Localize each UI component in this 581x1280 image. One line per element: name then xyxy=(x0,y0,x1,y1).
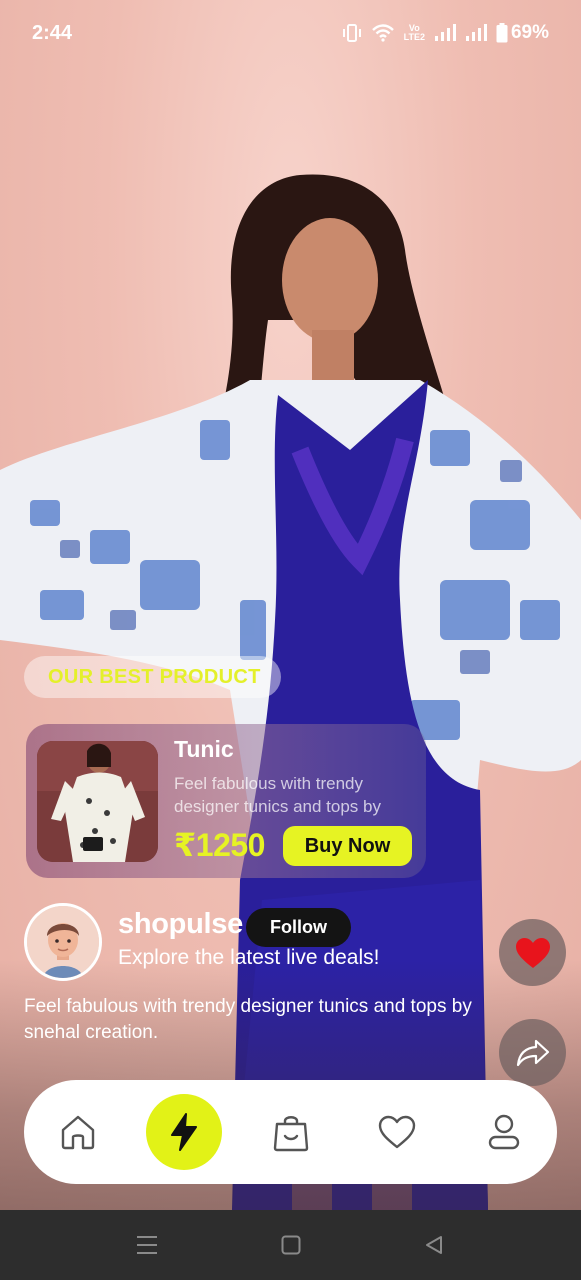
signal-icon-sim1 xyxy=(434,24,456,42)
share-icon xyxy=(516,1039,549,1066)
nav-profile[interactable] xyxy=(466,1094,542,1170)
nav-shop[interactable] xyxy=(253,1094,329,1170)
back-system-button[interactable] xyxy=(421,1232,447,1258)
heart-outline-icon xyxy=(378,1115,416,1149)
video-caption: Feel fabulous with trendy designer tunic… xyxy=(24,996,472,1043)
heart-icon xyxy=(515,937,550,968)
nav-home[interactable] xyxy=(40,1094,116,1170)
menu-lines-icon xyxy=(137,1236,157,1254)
wifi-icon xyxy=(371,23,395,43)
product-card[interactable]: Tunic Feel fabulous with trendy designer… xyxy=(26,724,426,878)
nav-wishlist[interactable] xyxy=(359,1094,435,1170)
back-triangle-icon xyxy=(426,1236,442,1254)
share-button[interactable] xyxy=(499,1019,566,1086)
battery-icon xyxy=(496,23,508,43)
square-icon xyxy=(281,1235,301,1255)
seller-tagline: Explore the latest live deals! xyxy=(118,946,380,969)
product-thumbnail[interactable] xyxy=(37,741,158,862)
follow-button[interactable]: Follow xyxy=(246,908,351,947)
product-name: Tunic xyxy=(174,736,234,762)
product-price: ₹1250 xyxy=(174,827,265,863)
shopping-bag-icon xyxy=(273,1116,309,1152)
home-icon xyxy=(61,1115,95,1150)
battery-percent: 69% xyxy=(510,22,549,43)
volte-bottom-label: LTE2 xyxy=(403,32,425,42)
home-system-button[interactable] xyxy=(278,1232,304,1258)
like-button[interactable] xyxy=(499,919,566,986)
vibrate-icon xyxy=(342,23,362,43)
volte-indicator: Vo LTE2 xyxy=(404,24,425,42)
bottom-navigation xyxy=(24,1080,557,1184)
best-product-badge: OUR BEST PRODUCT xyxy=(24,656,281,698)
recent-apps-button[interactable] xyxy=(134,1232,160,1258)
status-bar: 2:44 Vo LTE2 69% xyxy=(0,0,581,70)
status-time: 2:44 xyxy=(32,22,73,44)
system-navigation-bar xyxy=(0,1210,581,1280)
seller-avatar[interactable] xyxy=(24,903,102,981)
nav-live[interactable] xyxy=(146,1094,222,1170)
signal-icon-sim2 xyxy=(465,24,487,42)
lightning-icon xyxy=(171,1113,197,1151)
buy-now-button[interactable]: Buy Now xyxy=(283,826,412,866)
product-description: Feel fabulous with trendy designer tunic… xyxy=(174,774,381,816)
status-icons: Vo LTE2 69% xyxy=(342,22,549,44)
seller-name[interactable]: shopulse xyxy=(118,908,243,941)
battery-indicator: 69% xyxy=(496,22,549,44)
profile-icon xyxy=(488,1114,520,1150)
